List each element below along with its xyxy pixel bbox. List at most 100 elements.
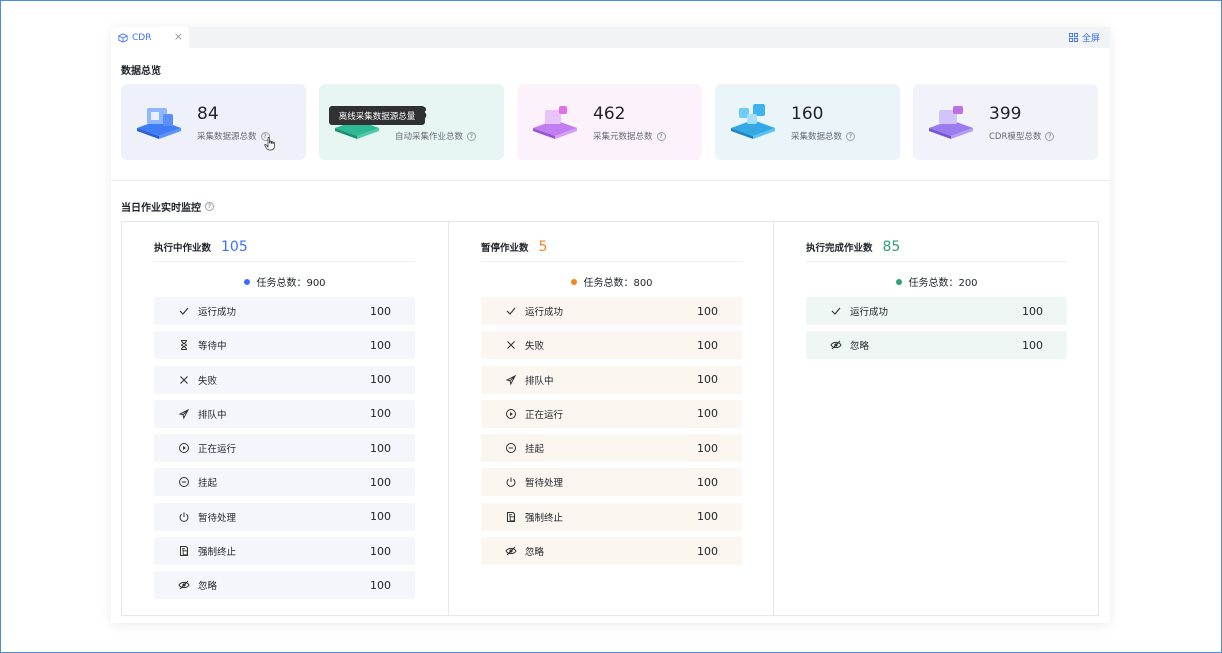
status-value: 100 (370, 544, 391, 558)
tab-close-icon[interactable]: × (174, 31, 183, 43)
check-icon (506, 307, 516, 315)
stat-value: 160 (791, 104, 824, 124)
status-label: 失败 (198, 375, 218, 387)
status-list: 运行成功 100 忽略 100 (806, 297, 1067, 366)
stat-label: 自动采集作业总数 ? (395, 130, 477, 142)
send-icon (178, 408, 190, 420)
status-row[interactable]: 暂待处理 100 (154, 502, 415, 531)
close-icon (505, 339, 517, 351)
status-row[interactable]: 挂起 100 (154, 468, 415, 497)
stat-label: 采集数据源总数 ? (197, 130, 270, 142)
status-row[interactable]: 忽略 100 (481, 537, 742, 566)
check-icon (179, 307, 189, 315)
status-row[interactable]: 运行成功 100 (154, 297, 415, 325)
stat-value: 399 (989, 104, 1022, 124)
status-label: 正在运行 (198, 444, 237, 456)
status-value: 100 (697, 304, 718, 318)
stat-label-text: 采集数据源总数 (197, 132, 257, 142)
status-row[interactable]: 等待中 100 (154, 331, 415, 360)
data-illustration (731, 104, 775, 139)
task-total-text: 任务总数：800 (583, 278, 653, 289)
status-row[interactable]: 暂待处理 100 (481, 468, 742, 497)
power-icon (505, 476, 517, 488)
eye-off-icon (830, 340, 842, 350)
monitor-panel: 执行中作业数 105 任务总数：900 运行成功 100 等待中 100 失败 100 排队中 10… (121, 221, 1099, 616)
status-value: 100 (697, 441, 718, 455)
completed-jobs-column: 执行完成作业数 85 任务总数：200 运行成功 100 忽略 100 (773, 222, 1099, 615)
minus-circle-icon (505, 442, 517, 454)
status-value: 100 (1022, 304, 1043, 318)
check-icon (505, 305, 517, 317)
close-icon (178, 374, 190, 386)
status-row[interactable]: 失败 100 (154, 365, 415, 394)
close-icon (507, 341, 515, 350)
status-value: 100 (697, 407, 718, 421)
fullscreen-button[interactable]: 全屏 (1068, 31, 1100, 44)
status-row[interactable]: 挂起 100 (481, 434, 742, 463)
play-circle-icon (505, 408, 517, 420)
stat-card-data-total: 160 采集数据总数 ? (715, 84, 900, 160)
help-icon[interactable]: ? (1045, 131, 1055, 141)
status-label: 运行成功 (525, 307, 564, 318)
status-row[interactable]: 忽略 100 (806, 331, 1067, 360)
hand-cursor-icon (264, 137, 275, 151)
status-row[interactable]: 忽略 100 (154, 571, 415, 600)
status-row[interactable]: 排队中 100 (154, 399, 415, 428)
task-total: 任务总数：900 (122, 274, 448, 289)
tab-bar: CDR × 全屏 (111, 27, 1110, 48)
job-count: 5 (538, 238, 548, 255)
help-icon[interactable]: ? (467, 131, 477, 141)
stat-label-text: 自动采集作业总数 (395, 132, 464, 142)
status-value: 100 (697, 338, 718, 352)
play-circle-icon (179, 443, 189, 454)
help-icon[interactable]: ? (656, 131, 666, 141)
status-row[interactable]: 正在运行 100 (481, 399, 742, 428)
status-row[interactable]: 强制终止 100 (481, 502, 742, 531)
running-jobs-column: 执行中作业数 105 任务总数：900 运行成功 100 等待中 100 失败 100 排队中 10… (122, 222, 448, 615)
overview-title: 数据总览 (121, 62, 161, 77)
minus-circle-icon (179, 477, 189, 488)
stat-label-text: 采集数据总数 (791, 132, 843, 142)
cdr-window: CDR × 全屏 数据总览 84 采集数据源总数 ? 自动采集作业总数 ? 46… (111, 27, 1110, 623)
minus-circle-icon (178, 476, 190, 488)
eye-off-icon (505, 545, 517, 557)
eye-off-icon (178, 581, 190, 590)
column-header: 执行中作业数 105 (154, 232, 415, 262)
status-row[interactable]: 强制终止 100 (154, 537, 415, 566)
help-icon[interactable]: ? (205, 202, 214, 211)
power-icon (179, 512, 189, 522)
stat-card-metadata: 462 采集元数据总数 ? (517, 84, 702, 160)
play-circle-icon (506, 408, 516, 419)
fullscreen-label: 全屏 (1081, 34, 1100, 44)
help-icon[interactable]: ? (846, 131, 856, 141)
document-stop-icon (180, 546, 188, 557)
column-title: 暂停作业数 (481, 242, 529, 254)
grid-icon (1068, 33, 1078, 42)
tab-cdr[interactable]: CDR × (111, 27, 189, 48)
status-value: 100 (370, 475, 391, 489)
task-total-text: 任务总数：200 (908, 278, 978, 289)
task-total: 任务总数：800 (449, 274, 775, 289)
overview-title-text: 数据总览 (121, 66, 161, 77)
column-header: 暂停作业数 5 (481, 232, 742, 262)
status-row[interactable]: 失败 100 (481, 331, 742, 360)
stat-label: 采集元数据总数 ? (593, 130, 666, 142)
check-icon (830, 305, 842, 317)
stat-label: 采集数据总数 ? (791, 130, 856, 142)
status-row[interactable]: 运行成功 100 (806, 297, 1067, 325)
status-row[interactable]: 正在运行 100 (154, 434, 415, 463)
model-illustration (929, 106, 973, 139)
status-row[interactable]: 排队中 100 (481, 365, 742, 394)
status-row[interactable]: 运行成功 100 (481, 297, 742, 325)
tab-label: CDR (132, 32, 152, 43)
column-header: 执行完成作业数 85 (806, 232, 1067, 262)
eye-off-icon (505, 546, 517, 556)
monitor-title-text: 当日作业实时监控 (121, 203, 201, 214)
status-label: 强制终止 (198, 547, 237, 559)
stat-value: 462 (593, 104, 626, 124)
status-value: 100 (370, 304, 391, 318)
paused-jobs-column: 暂停作业数 5 任务总数：800 运行成功 100 失败 100 排队中 100 正在运行 100 挂… (448, 222, 774, 615)
status-label: 挂起 (525, 444, 545, 456)
status-value: 100 (370, 510, 391, 524)
document-stop-icon (505, 511, 517, 523)
